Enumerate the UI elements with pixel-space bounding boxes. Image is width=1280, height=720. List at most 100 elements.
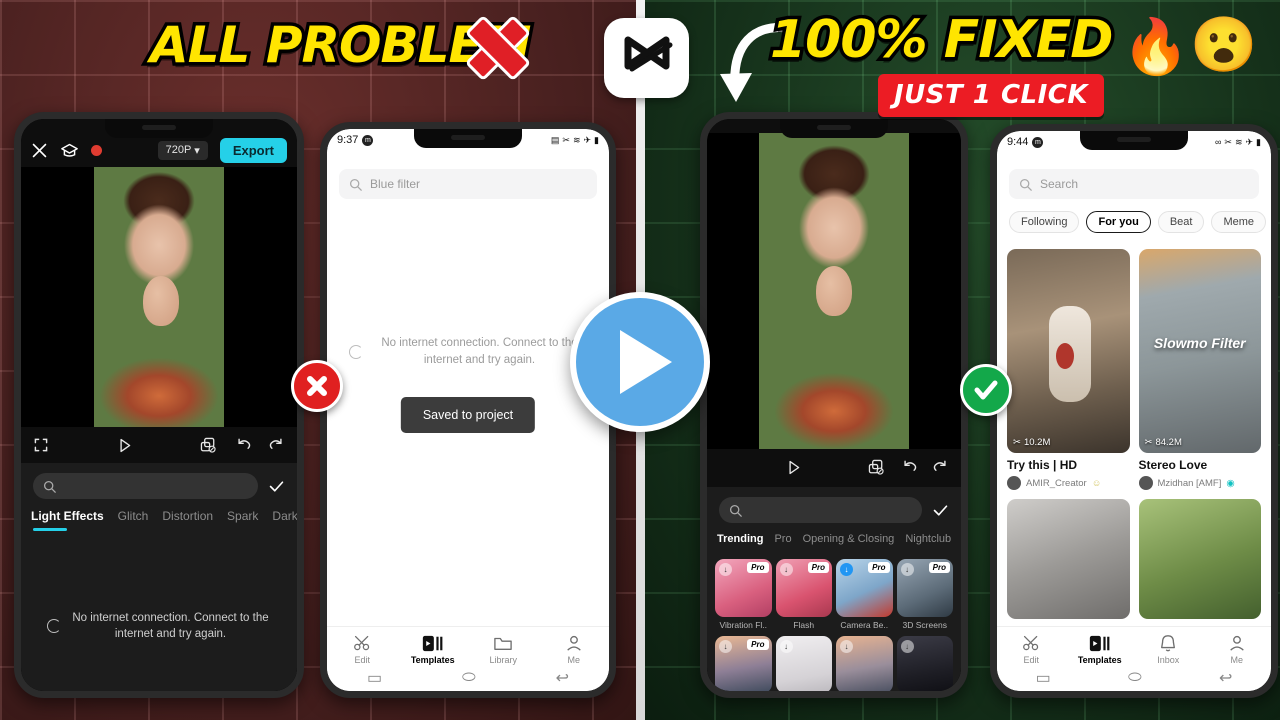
effect-thumbnail: ↓ — [896, 635, 953, 691]
download-icon[interactable]: ↓ — [840, 563, 853, 576]
chevron-down-icon: ▾ — [194, 144, 200, 157]
phone3-video-preview[interactable] — [707, 133, 961, 449]
fullscreen-icon[interactable] — [33, 437, 49, 453]
phone1-effects-panel: Light Effects Glitch Distortion Spark Da… — [21, 463, 297, 691]
tab-light-effects[interactable]: Light Effects — [31, 509, 104, 523]
phone3-effects-panel: Trending Pro Opening & Closing Nightclub… — [707, 487, 961, 691]
redo-icon[interactable] — [931, 458, 949, 476]
layers-off-icon[interactable] — [199, 436, 217, 454]
template-author[interactable]: AMIR_Creator ☺ — [1007, 476, 1130, 490]
wifi-icon: ≋ — [1234, 136, 1243, 147]
effect-cell[interactable]: ↓ Pro Flash — [775, 559, 832, 630]
nav-item-me[interactable]: Me — [539, 633, 610, 665]
download-icon[interactable]: ↓ — [719, 639, 732, 653]
preview-frame-image — [94, 167, 224, 427]
nav-label-edit: Edit — [1023, 655, 1039, 665]
redo-icon[interactable] — [267, 436, 285, 454]
template-author[interactable]: Mzidhan [AMF] ◉ — [1138, 476, 1262, 490]
back-icon[interactable]: ↩ — [1219, 668, 1232, 688]
layers-off-icon[interactable] — [867, 458, 885, 476]
play-button-overlay[interactable] — [570, 292, 710, 432]
status-time: 9:44 — [1007, 136, 1029, 148]
search-input[interactable] — [33, 473, 258, 499]
search-input[interactable] — [719, 497, 922, 523]
phone1-video-preview[interactable] — [21, 167, 297, 427]
home-icon[interactable]: ⬭ — [1128, 669, 1142, 687]
search-input[interactable]: Blue filter — [339, 169, 597, 199]
download-icon[interactable]: ↓ — [840, 639, 853, 653]
phone1-effect-tabs: Light Effects Glitch Distortion Spark Da… — [21, 505, 297, 523]
nav-item-inbox[interactable]: Inbox — [1134, 633, 1203, 665]
tab-glitch[interactable]: Glitch — [118, 509, 149, 523]
tab-nightclub[interactable]: Nightclub — [905, 533, 951, 545]
recents-icon[interactable]: ▭ — [1036, 668, 1051, 688]
effect-thumbnail: ↓ Pro — [715, 559, 772, 617]
undo-icon[interactable] — [901, 458, 919, 476]
template-card[interactable]: Slowmo Filter ✂ 84.2M Stereo Love Mzidha… — [1138, 249, 1262, 490]
phone-3-editor-working: Trending Pro Opening & Closing Nightclub… — [700, 112, 968, 698]
tab-spark[interactable]: Spark — [227, 509, 258, 523]
person-icon — [1203, 633, 1272, 653]
effect-label: Camera Be.. — [840, 619, 889, 630]
undo-icon[interactable] — [235, 436, 253, 454]
chip-for-you[interactable]: For you — [1086, 211, 1151, 233]
effect-thumbnail: ↓ Pro — [715, 635, 772, 691]
effect-cell[interactable]: ↓ Fade Out — [896, 635, 953, 691]
tab-dark[interactable]: Dark — [272, 509, 297, 523]
nav-label-me: Me — [1230, 655, 1243, 665]
effect-cell[interactable]: ↓ Pro Vibration Fl.. — [715, 559, 772, 630]
download-icon[interactable]: ↓ — [719, 563, 732, 576]
effect-cell[interactable]: ↓ Pro Square Blur — [715, 635, 772, 691]
graduation-cap-icon[interactable] — [60, 142, 79, 159]
download-icon[interactable]: ↓ — [900, 639, 914, 653]
phone1-editor-topbar: 720P ▾ Export — [21, 133, 297, 167]
nav-item-templates[interactable]: Templates — [398, 633, 469, 665]
download-icon[interactable]: ↓ — [779, 639, 793, 653]
close-icon[interactable] — [31, 142, 48, 159]
nav-item-templates[interactable]: Templates — [1066, 633, 1135, 665]
phone3-effects-grid: ↓ Pro Vibration Fl.. ↓ Pro Flash ↓ Pro C… — [707, 553, 961, 691]
recents-icon[interactable]: ▭ — [367, 668, 382, 688]
chip-following[interactable]: Following — [1009, 211, 1080, 233]
search-icon — [349, 178, 362, 191]
tab-distortion[interactable]: Distortion — [162, 509, 213, 523]
check-icon[interactable] — [932, 502, 949, 519]
play-count-value: 84.2M — [1155, 437, 1182, 448]
success-check-badge — [960, 364, 1012, 416]
link-icon: ∞ — [1214, 137, 1222, 147]
template-card[interactable]: ✂ 10.2M Try this | HD AMIR_Creator ☺ — [1007, 249, 1130, 490]
template-thumbnail[interactable] — [1138, 499, 1261, 619]
effect-cell[interactable]: ↓ Ripple — [775, 635, 832, 691]
nav-item-me[interactable]: Me — [1203, 633, 1272, 665]
search-icon — [1019, 178, 1032, 191]
error-x-badge — [291, 360, 343, 412]
download-icon[interactable]: ↓ — [779, 563, 793, 576]
phone3-playback-controls — [707, 449, 961, 485]
search-input[interactable]: Search — [1009, 169, 1259, 199]
nav-item-edit[interactable]: Edit — [997, 633, 1066, 665]
check-icon[interactable] — [268, 478, 285, 495]
tab-trending[interactable]: Trending — [717, 533, 763, 545]
effect-cell[interactable]: ↓ Fade In — [836, 635, 893, 691]
tab-opening-closing[interactable]: Opening & Closing — [803, 533, 895, 545]
effect-cell[interactable]: ↓ Pro Camera Be.. — [836, 559, 893, 630]
bell-icon — [1134, 633, 1203, 653]
play-icon[interactable] — [785, 459, 802, 476]
resolution-selector[interactable]: 720P ▾ — [157, 140, 208, 160]
templates-icon — [398, 633, 469, 653]
download-icon[interactable]: ↓ — [900, 563, 914, 576]
home-icon[interactable]: ⬭ — [462, 669, 476, 687]
chip-meme[interactable]: Meme — [1211, 211, 1267, 233]
play-icon[interactable] — [116, 437, 133, 454]
record-dot-icon[interactable] — [91, 144, 102, 156]
template-thumbnail[interactable] — [1007, 499, 1130, 619]
play-count-icon: ✂ — [1144, 437, 1153, 448]
tab-pro[interactable]: Pro — [774, 533, 791, 545]
chip-beat[interactable]: Beat — [1157, 211, 1205, 233]
effect-cell[interactable]: ↓ Pro 3D Screens — [896, 559, 953, 630]
avatar — [1007, 476, 1021, 490]
nav-item-library[interactable]: Library — [468, 633, 539, 665]
back-icon[interactable]: ↩ — [556, 668, 569, 688]
nav-item-edit[interactable]: Edit — [327, 633, 398, 665]
export-button[interactable]: Export — [219, 137, 287, 163]
